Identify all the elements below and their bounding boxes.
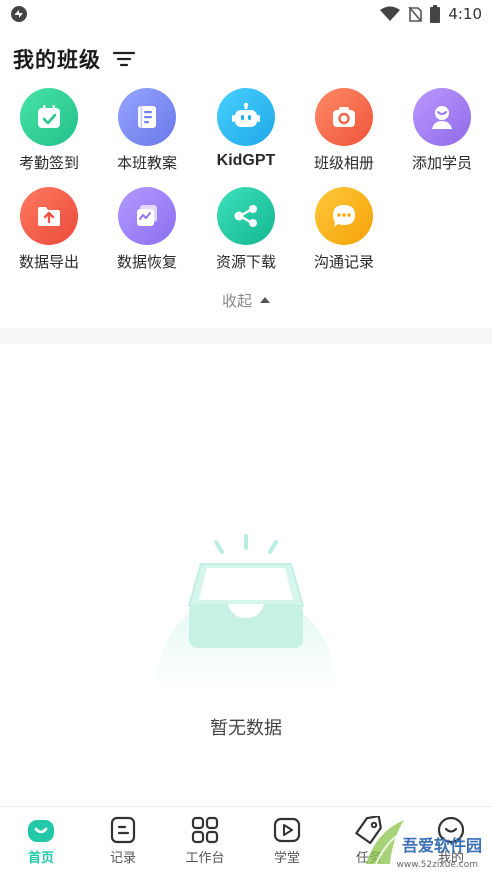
grid-label: KidGPT xyxy=(216,152,276,169)
watermark-text: 吾爱软件园 xyxy=(401,836,482,855)
grid-label: 添加学员 xyxy=(411,154,472,172)
empty-state-text: 暂无数据 xyxy=(210,718,282,739)
clock: 4:10 xyxy=(448,5,482,23)
tab-record[interactable]: 记录 xyxy=(82,815,164,866)
grid-icon-bg xyxy=(20,187,78,245)
tab-label: 记录 xyxy=(109,851,136,866)
tab-school[interactable]: 学堂 xyxy=(246,815,328,866)
wifi-icon xyxy=(380,6,401,21)
collapse-toggle[interactable]: 收起 xyxy=(0,290,492,311)
no-sim-icon xyxy=(408,6,423,22)
grid-icon-bg xyxy=(217,187,275,245)
empty-box-illustration xyxy=(155,534,337,690)
grid-label: 数据恢复 xyxy=(116,253,177,271)
grid-item-lesson-plan[interactable]: 本班教案 xyxy=(102,88,192,173)
grid-icon-bg xyxy=(217,88,275,146)
page-title: 我的班级 xyxy=(13,48,101,72)
grid-icon-bg xyxy=(118,88,176,146)
class-header: 我的班级 xyxy=(13,44,135,74)
video-icon xyxy=(272,815,302,845)
watermark-url: www.52zixue.com xyxy=(396,860,478,870)
caret-up-icon xyxy=(260,296,270,303)
record-icon xyxy=(108,815,138,845)
grid-icon-bg xyxy=(315,187,373,245)
attendance-icon xyxy=(38,105,60,128)
grid-item-data-export[interactable]: 数据导出 xyxy=(4,187,94,272)
lesson-plan-icon xyxy=(138,106,156,128)
workbench-icon xyxy=(190,815,220,845)
tab-label: 学堂 xyxy=(273,851,300,866)
battery-icon xyxy=(430,5,441,23)
grid-icon-bg xyxy=(315,88,373,146)
grid-item-class-album[interactable]: 班级相册 xyxy=(299,88,389,173)
tab-label: 工作台 xyxy=(185,851,225,866)
share-icon xyxy=(234,205,257,227)
grid-label: 数据导出 xyxy=(18,253,79,271)
add-student-icon xyxy=(432,106,452,129)
robot-icon xyxy=(232,102,260,127)
tab-workbench[interactable]: 工作台 xyxy=(164,815,246,866)
grid-label: 本班教案 xyxy=(116,154,177,172)
grid-item-resource-download[interactable]: 资源下载 xyxy=(201,187,291,272)
grid-item-add-student[interactable]: 添加学员 xyxy=(397,88,487,173)
camera-icon xyxy=(333,107,355,127)
tab-label: 首页 xyxy=(27,851,54,866)
bottom-tab-bar: 首页 记录 工作台 学堂 我的 吾爱软件园 www.52zixue.com xyxy=(0,806,492,876)
collapse-label: 收起 xyxy=(221,292,252,310)
grid-label: 资源下载 xyxy=(215,253,276,271)
grid-item-kidgpt[interactable]: KidGPT xyxy=(201,88,291,170)
data-restore-icon xyxy=(137,205,157,226)
data-export-icon xyxy=(38,207,60,226)
app-icon xyxy=(11,6,27,22)
grid-label: 考勤签到 xyxy=(18,154,79,172)
grid-icon-bg xyxy=(118,187,176,245)
section-divider xyxy=(0,328,492,344)
chat-icon xyxy=(333,205,355,227)
grid-icon-bg xyxy=(20,88,78,146)
tab-home[interactable]: 首页 xyxy=(0,815,82,866)
grid-item-communication-record[interactable]: 沟通记录 xyxy=(299,187,389,272)
grid-icon-bg xyxy=(413,88,471,146)
home-icon xyxy=(26,815,56,845)
grid-label: 班级相册 xyxy=(313,154,374,172)
status-bar: 4:10 xyxy=(0,0,492,28)
grid-item-attendance[interactable]: 考勤签到 xyxy=(4,88,94,173)
grid-item-data-restore[interactable]: 数据恢复 xyxy=(102,187,192,272)
filter-icon[interactable] xyxy=(113,50,135,68)
grid-label: 沟通记录 xyxy=(313,253,374,271)
